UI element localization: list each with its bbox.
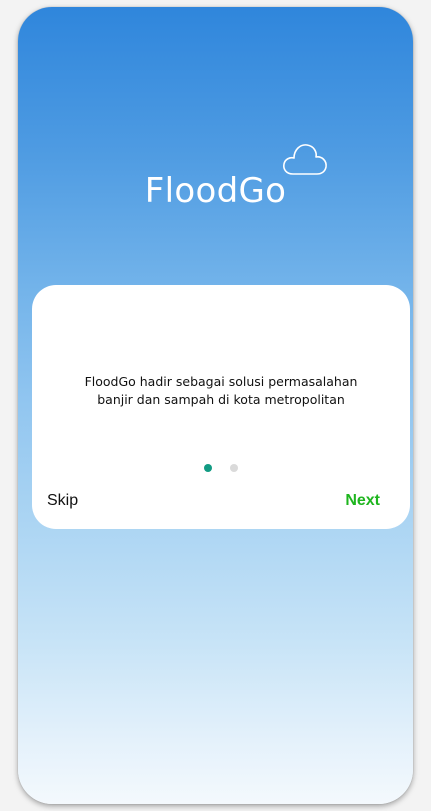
cloud-icon [283,144,328,175]
logo-text: FloodGo [145,144,328,211]
page-indicator-dot[interactable] [230,464,239,472]
phone-screen: FloodGo FloodGo hadir sebagai solusi per… [18,7,413,804]
description-line-2: banjir dan sampah di kota metropolitan [97,392,345,407]
page-indicator [32,459,410,472]
description-line-1: FloodGo hadir sebagai solusi permasalaha… [84,374,358,389]
page-indicator-dot-active[interactable] [203,464,212,472]
onboarding-description: FloodGo hadir sebagai solusi permasalaha… [32,373,410,409]
skip-button[interactable]: Skip [47,492,78,510]
next-button[interactable]: Next [345,492,380,510]
app-logo: FloodGo [18,144,413,211]
onboarding-card: FloodGo hadir sebagai solusi permasalaha… [32,285,410,529]
